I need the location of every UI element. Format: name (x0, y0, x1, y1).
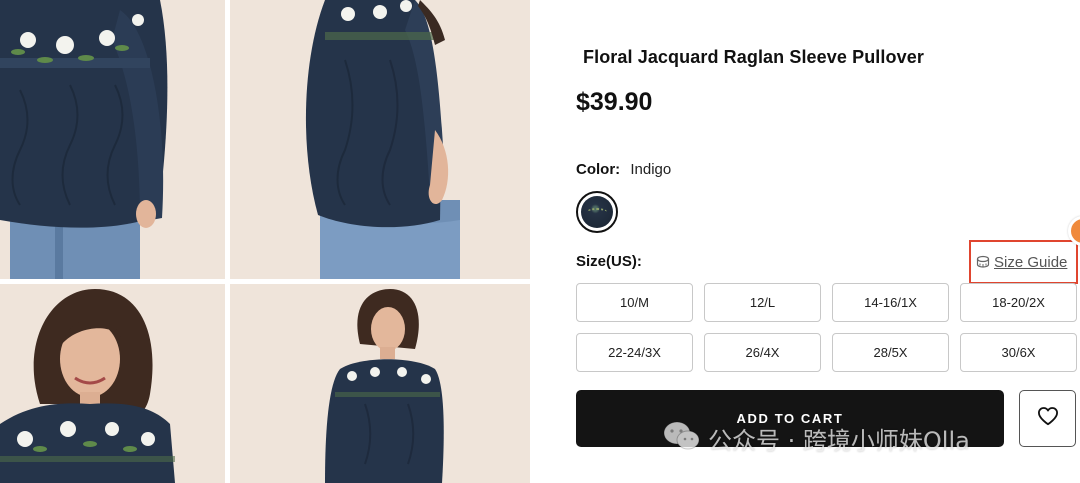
swatch-image (581, 196, 613, 228)
size-label: Size(US): (576, 253, 642, 270)
product-gallery (0, 0, 530, 483)
color-selector-label: Color: Indigo (576, 161, 671, 178)
color-value: Indigo (630, 161, 672, 178)
size-option[interactable]: 28/5X (832, 333, 949, 372)
add-to-cart-button[interactable]: ADD TO CART (576, 390, 1004, 447)
product-photo-back[interactable] (230, 0, 530, 279)
color-label: Color: (576, 161, 621, 178)
heart-icon (1037, 406, 1059, 431)
size-guide-label: Size Guide (994, 253, 1068, 271)
size-option[interactable]: 10/M (576, 283, 693, 322)
product-price: $39.90 (576, 88, 653, 116)
size-option[interactable]: 14-16/1X (832, 283, 949, 322)
product-photo-full-length[interactable] (230, 284, 530, 483)
product-photo-portrait[interactable] (0, 284, 225, 483)
color-swatch-indigo[interactable] (576, 191, 618, 233)
size-option[interactable]: 30/6X (960, 333, 1077, 372)
ruler-icon (976, 255, 990, 269)
wishlist-button[interactable] (1019, 390, 1076, 447)
size-option[interactable]: 22-24/3X (576, 333, 693, 372)
product-photo-front[interactable] (0, 0, 225, 279)
product-title: Floral Jacquard Raglan Sleeve Pullover (583, 47, 924, 67)
size-option[interactable]: 18-20/2X (960, 283, 1077, 322)
size-option[interactable]: 12/L (704, 283, 821, 322)
size-guide-link[interactable]: Size Guide (969, 240, 1078, 284)
size-option[interactable]: 26/4X (704, 333, 821, 372)
